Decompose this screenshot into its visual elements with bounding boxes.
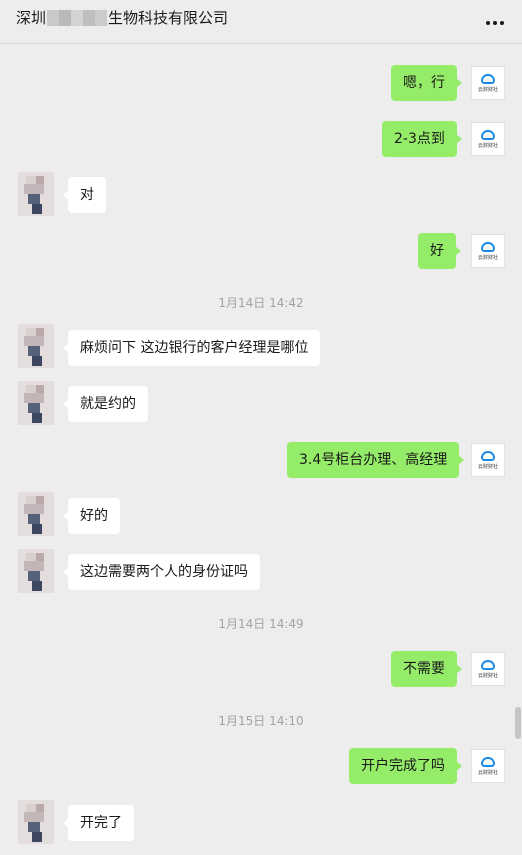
contact-avatar[interactable] [18, 492, 54, 536]
contact-avatar[interactable] [18, 381, 54, 425]
contact-avatar[interactable] [18, 800, 54, 844]
more-horizontal-icon[interactable] [486, 21, 504, 25]
cloud-logo-icon [481, 450, 495, 461]
avatar-brand-text: 云财财社 [477, 142, 498, 149]
message-bubble-me[interactable]: 不需要 [391, 651, 462, 687]
chat-title-suffix: 生物科技有限公司 [108, 9, 229, 27]
my-avatar[interactable]: 云财财社 [471, 66, 505, 100]
contact-avatar[interactable] [18, 549, 54, 593]
cloud-logo-icon [481, 241, 495, 252]
message-bubble-other[interactable]: 对 [63, 177, 106, 213]
avatar-brand-text: 云财财社 [477, 254, 498, 261]
timestamp: 1月14日 14:42 [218, 296, 304, 310]
my-avatar[interactable]: 云财财社 [471, 122, 505, 156]
contact-avatar[interactable] [18, 324, 54, 368]
message-bubble-me[interactable]: 2-3点到 [382, 121, 462, 157]
contact-avatar[interactable] [18, 172, 54, 216]
chat-title-prefix: 深圳 [16, 9, 47, 27]
timestamp: 1月15日 14:10 [218, 714, 304, 728]
message-bubble-me[interactable]: 好 [418, 233, 461, 269]
avatar-brand-text: 云财财社 [477, 86, 498, 93]
cloud-logo-icon [481, 129, 495, 140]
avatar-brand-text: 云财财社 [477, 672, 498, 679]
my-avatar[interactable]: 云财财社 [471, 652, 505, 686]
scrollbar-thumb[interactable] [515, 707, 521, 739]
message-bubble-other[interactable]: 就是约的 [63, 386, 148, 422]
timestamp: 1月14日 14:49 [218, 617, 304, 631]
redacted-mask [47, 9, 108, 26]
avatar-brand-text: 云财财社 [477, 769, 498, 776]
cloud-logo-icon [481, 659, 495, 670]
message-bubble-me[interactable]: 嗯，行 [391, 65, 462, 101]
chat-title: 深圳 生物科技有限公司 [16, 7, 228, 28]
chat-header: 深圳 生物科技有限公司 [0, 0, 522, 44]
cloud-logo-icon [481, 756, 495, 767]
message-bubble-other[interactable]: 这边需要两个人的身份证吗 [63, 554, 260, 590]
message-bubble-other[interactable]: 好的 [63, 498, 120, 534]
my-avatar[interactable]: 云财财社 [471, 443, 505, 477]
avatar-brand-text: 云财财社 [477, 463, 498, 470]
my-avatar[interactable]: 云财财社 [471, 234, 505, 268]
message-bubble-me[interactable]: 开户完成了吗 [349, 748, 462, 784]
cloud-logo-icon [481, 73, 495, 84]
my-avatar[interactable]: 云财财社 [471, 749, 505, 783]
message-bubble-other[interactable]: 麻烦问下 这边银行的客户经理是哪位 [62, 330, 321, 366]
message-bubble-me[interactable]: 3.4号柜台办理、高经理 [287, 442, 465, 478]
message-bubble-other[interactable]: 开完了 [63, 805, 134, 841]
